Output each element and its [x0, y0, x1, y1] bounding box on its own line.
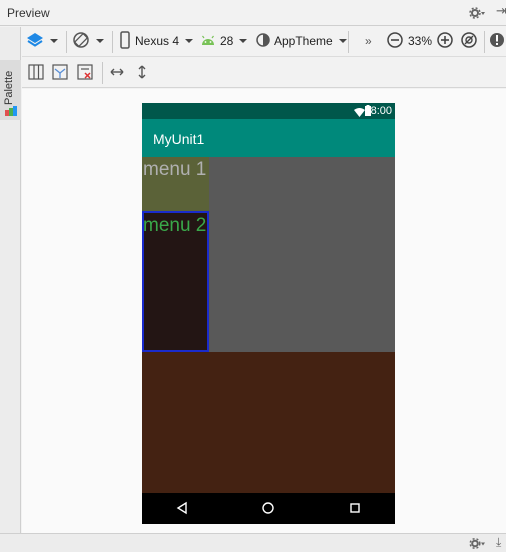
clear-constraints-button[interactable] — [77, 62, 93, 84]
device-preview[interactable]: 8:00 MyUnit1 menu 1 menu 2 — [142, 103, 395, 524]
issues-button[interactable] — [489, 30, 505, 52]
bottom-container[interactable] — [142, 352, 395, 493]
show-layout-bounds-button[interactable] — [28, 62, 44, 84]
menu-item-2-selected[interactable]: menu 2 — [142, 211, 209, 352]
theme-label: AppTheme — [274, 34, 333, 48]
expand-horizontal-button[interactable] — [109, 62, 125, 84]
design-surface-dropdown[interactable] — [26, 30, 58, 52]
app-bar[interactable]: MyUnit1 — [142, 119, 395, 157]
phone-nav-bar — [142, 493, 395, 524]
phone-icon — [119, 30, 131, 52]
device-dropdown[interactable]: Nexus 4 — [119, 30, 194, 52]
app-title: MyUnit1 — [153, 131, 205, 147]
recents-icon[interactable] — [348, 501, 362, 518]
zoom-level: 33% — [408, 30, 432, 52]
clear-constraints-icon — [77, 63, 93, 83]
zoom-to-fit-button[interactable] — [460, 30, 478, 52]
vertical-arrows-icon — [134, 64, 150, 83]
zoom-fit-icon — [460, 31, 478, 52]
zoom-level-label: 33% — [408, 34, 433, 48]
menu-item-1-label: menu 1 — [143, 159, 207, 180]
hide-panel-icon[interactable]: ⇥ — [496, 3, 506, 19]
rotate-icon — [72, 31, 90, 52]
palette-icon — [5, 105, 17, 116]
menu-item-2-label: menu 2 — [143, 215, 207, 236]
menu-item-1[interactable]: menu 1 — [142, 157, 209, 211]
android-icon — [200, 33, 216, 50]
orientation-dropdown[interactable] — [72, 30, 104, 52]
back-icon[interactable] — [175, 501, 189, 518]
columns-icon — [28, 63, 44, 83]
theme-dropdown[interactable]: AppTheme — [255, 30, 347, 52]
layout-toolbar — [22, 58, 506, 88]
theme-icon — [255, 32, 271, 51]
layers-icon — [26, 31, 44, 52]
horizontal-arrows-icon — [109, 64, 125, 83]
overflow-chevrons: » — [365, 34, 372, 48]
zoom-out-button[interactable] — [386, 30, 404, 52]
device-label: Nexus 4 — [135, 34, 180, 48]
panel-title-bar: Preview ⇥ — [0, 0, 506, 26]
api-level-label: 28 — [220, 34, 234, 48]
settings-gear-icon[interactable] — [469, 6, 485, 23]
zoom-in-button[interactable] — [436, 30, 454, 52]
default-margins-button[interactable] — [52, 62, 68, 84]
zoom-in-icon — [436, 31, 454, 52]
preview-toolbar: Nexus 4 28 AppTheme » 33% — [22, 27, 506, 57]
home-icon[interactable] — [261, 501, 275, 518]
phone-status-time: 8:00 — [370, 105, 392, 117]
bottom-status-bar: ⤓ — [0, 533, 506, 552]
margins-icon — [52, 63, 68, 83]
palette-strip: Palette — [0, 27, 21, 534]
palette-tab-label[interactable]: Palette — [3, 65, 17, 105]
wifi-icon — [354, 106, 365, 120]
api-level-dropdown[interactable]: 28 — [200, 30, 248, 52]
zoom-out-icon — [386, 31, 404, 52]
panel-title: Preview — [7, 6, 50, 20]
toolbar-overflow-button[interactable]: » — [365, 30, 372, 52]
phone-status-bar: 8:00 — [142, 103, 395, 119]
bottom-hide-icon[interactable]: ⤓ — [496, 535, 501, 550]
expand-vertical-button[interactable] — [134, 62, 150, 84]
warning-icon — [489, 31, 505, 52]
bottom-settings-gear-icon[interactable] — [469, 537, 485, 552]
